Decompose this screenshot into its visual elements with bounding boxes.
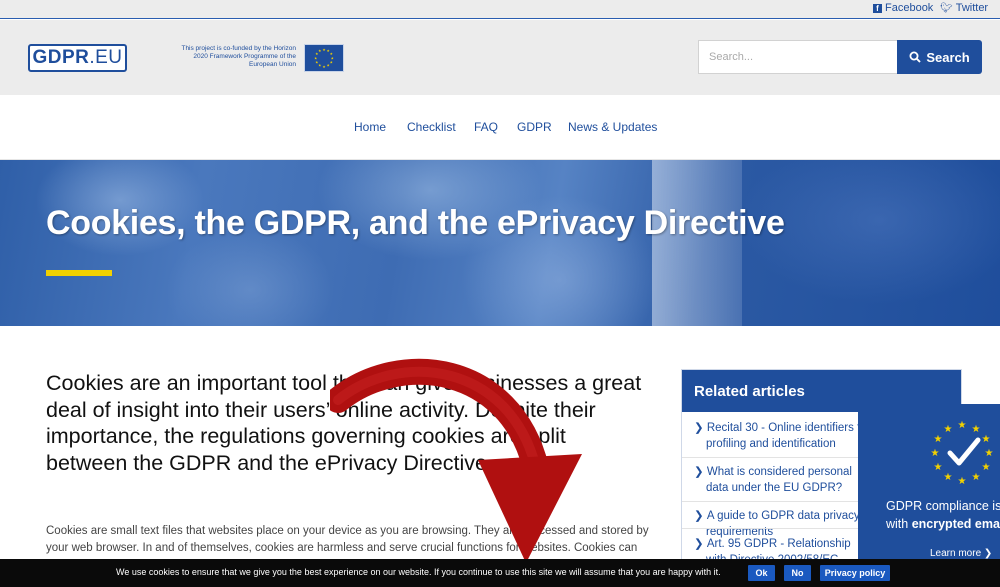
- cookie-ok-button[interactable]: Ok: [748, 565, 775, 581]
- related-article-title: A guide to GDPR data privacy requirement…: [706, 510, 860, 538]
- svg-text:★: ★: [944, 472, 953, 483]
- main-nav: Home Checklist FAQ GDPR News & Updates: [0, 95, 1000, 160]
- svg-text:★: ★: [934, 462, 943, 473]
- nav-faq[interactable]: FAQ: [474, 120, 498, 134]
- svg-text:★: ★: [985, 448, 994, 459]
- twitter-label: Twitter: [955, 2, 989, 14]
- promo-line-2-bold: encrypted email: [911, 517, 1000, 531]
- twitter-icon: 🐦︎: [940, 2, 953, 14]
- page-title: Cookies, the GDPR, and the ePrivacy Dire…: [46, 204, 785, 242]
- intro-text: Cookies are an important tool that can g…: [46, 371, 642, 475]
- search-button[interactable]: Search: [897, 40, 982, 74]
- svg-text:★: ★: [958, 476, 967, 487]
- top-social-bar: f Facebook 🐦︎ Twitter: [0, 0, 1000, 19]
- svg-text:★: ★: [931, 448, 940, 459]
- chevron-right-icon: ❯: [694, 422, 707, 434]
- encrypted-email-promo[interactable]: ★★★ ★★★ ★★★ ★★★ GDPR compliance is easie…: [858, 404, 1000, 564]
- chevron-right-icon: ❯: [694, 466, 707, 478]
- logo-main: GDPR: [32, 47, 90, 68]
- related-article-title: Recital 30 - Online identifiers for prof…: [706, 422, 871, 450]
- cookie-notice-text: We use cookies to ensure that we give yo…: [116, 567, 721, 577]
- body-paragraph: Cookies are small text files that websit…: [46, 525, 649, 554]
- learn-more-link[interactable]: Learn more ❯: [930, 548, 992, 559]
- promo-line-2-prefix: with: [886, 517, 912, 531]
- facebook-label: Facebook: [885, 2, 934, 14]
- chevron-right-icon: ❯: [694, 538, 707, 550]
- cookie-consent-bar: We use cookies to ensure that we give yo…: [0, 559, 1000, 587]
- cookie-no-button[interactable]: No: [784, 565, 811, 581]
- site-logo[interactable]: GDPR.EU: [28, 44, 127, 72]
- logo-suffix: .EU: [89, 47, 123, 68]
- search-input[interactable]: Search...: [698, 40, 898, 74]
- hero-background-image: [652, 160, 742, 326]
- privacy-policy-button[interactable]: Privacy policy: [820, 565, 890, 581]
- title-underline: [46, 270, 112, 276]
- nav-home[interactable]: Home: [354, 120, 386, 134]
- search-button-label: Search: [926, 49, 970, 65]
- learn-more-label: Learn more: [930, 548, 982, 559]
- svg-text:★: ★: [972, 424, 981, 435]
- promo-text: GDPR compliance is easier with encrypted…: [886, 497, 1000, 533]
- chevron-right-icon: ❯: [694, 510, 707, 522]
- cofund-notice: This project is co-funded by the Horizon…: [181, 45, 296, 68]
- svg-text:★: ★: [934, 434, 943, 445]
- search-icon: [909, 51, 921, 63]
- eu-stars-checkmark-icon: ★ ★★ ★★★ ★★★ ★★★: [931, 420, 994, 487]
- svg-text:★: ★: [944, 424, 953, 435]
- related-article-title: What is considered personal data under t…: [706, 466, 852, 494]
- twitter-link[interactable]: 🐦︎ Twitter: [940, 2, 988, 14]
- hero-banner: Cookies, the GDPR, and the ePrivacy Dire…: [0, 160, 1000, 326]
- chevron-right-icon: ❯: [983, 548, 993, 559]
- svg-text:★: ★: [972, 472, 981, 483]
- site-header: GDPR.EU This project is co-funded by the…: [0, 20, 1000, 95]
- related-article-link[interactable]: ❯ Recital 30 - Online identifiers for pr…: [694, 420, 874, 452]
- svg-text:★: ★: [982, 462, 991, 473]
- eu-flag-icon: ★ ★ ★ ★ ★ ★ ★ ★ ★ ★ ★ ★: [304, 44, 344, 72]
- promo-line-1: GDPR compliance is easier: [886, 499, 1000, 513]
- related-article-link[interactable]: ❯ What is considered personal data under…: [694, 464, 874, 496]
- svg-text:★: ★: [982, 434, 991, 445]
- facebook-link[interactable]: f Facebook: [873, 2, 933, 14]
- nav-news-updates[interactable]: News & Updates: [568, 120, 657, 134]
- facebook-icon: f: [873, 3, 882, 13]
- nav-checklist[interactable]: Checklist: [407, 120, 456, 134]
- nav-gdpr[interactable]: GDPR: [517, 120, 552, 134]
- svg-text:★: ★: [958, 420, 967, 431]
